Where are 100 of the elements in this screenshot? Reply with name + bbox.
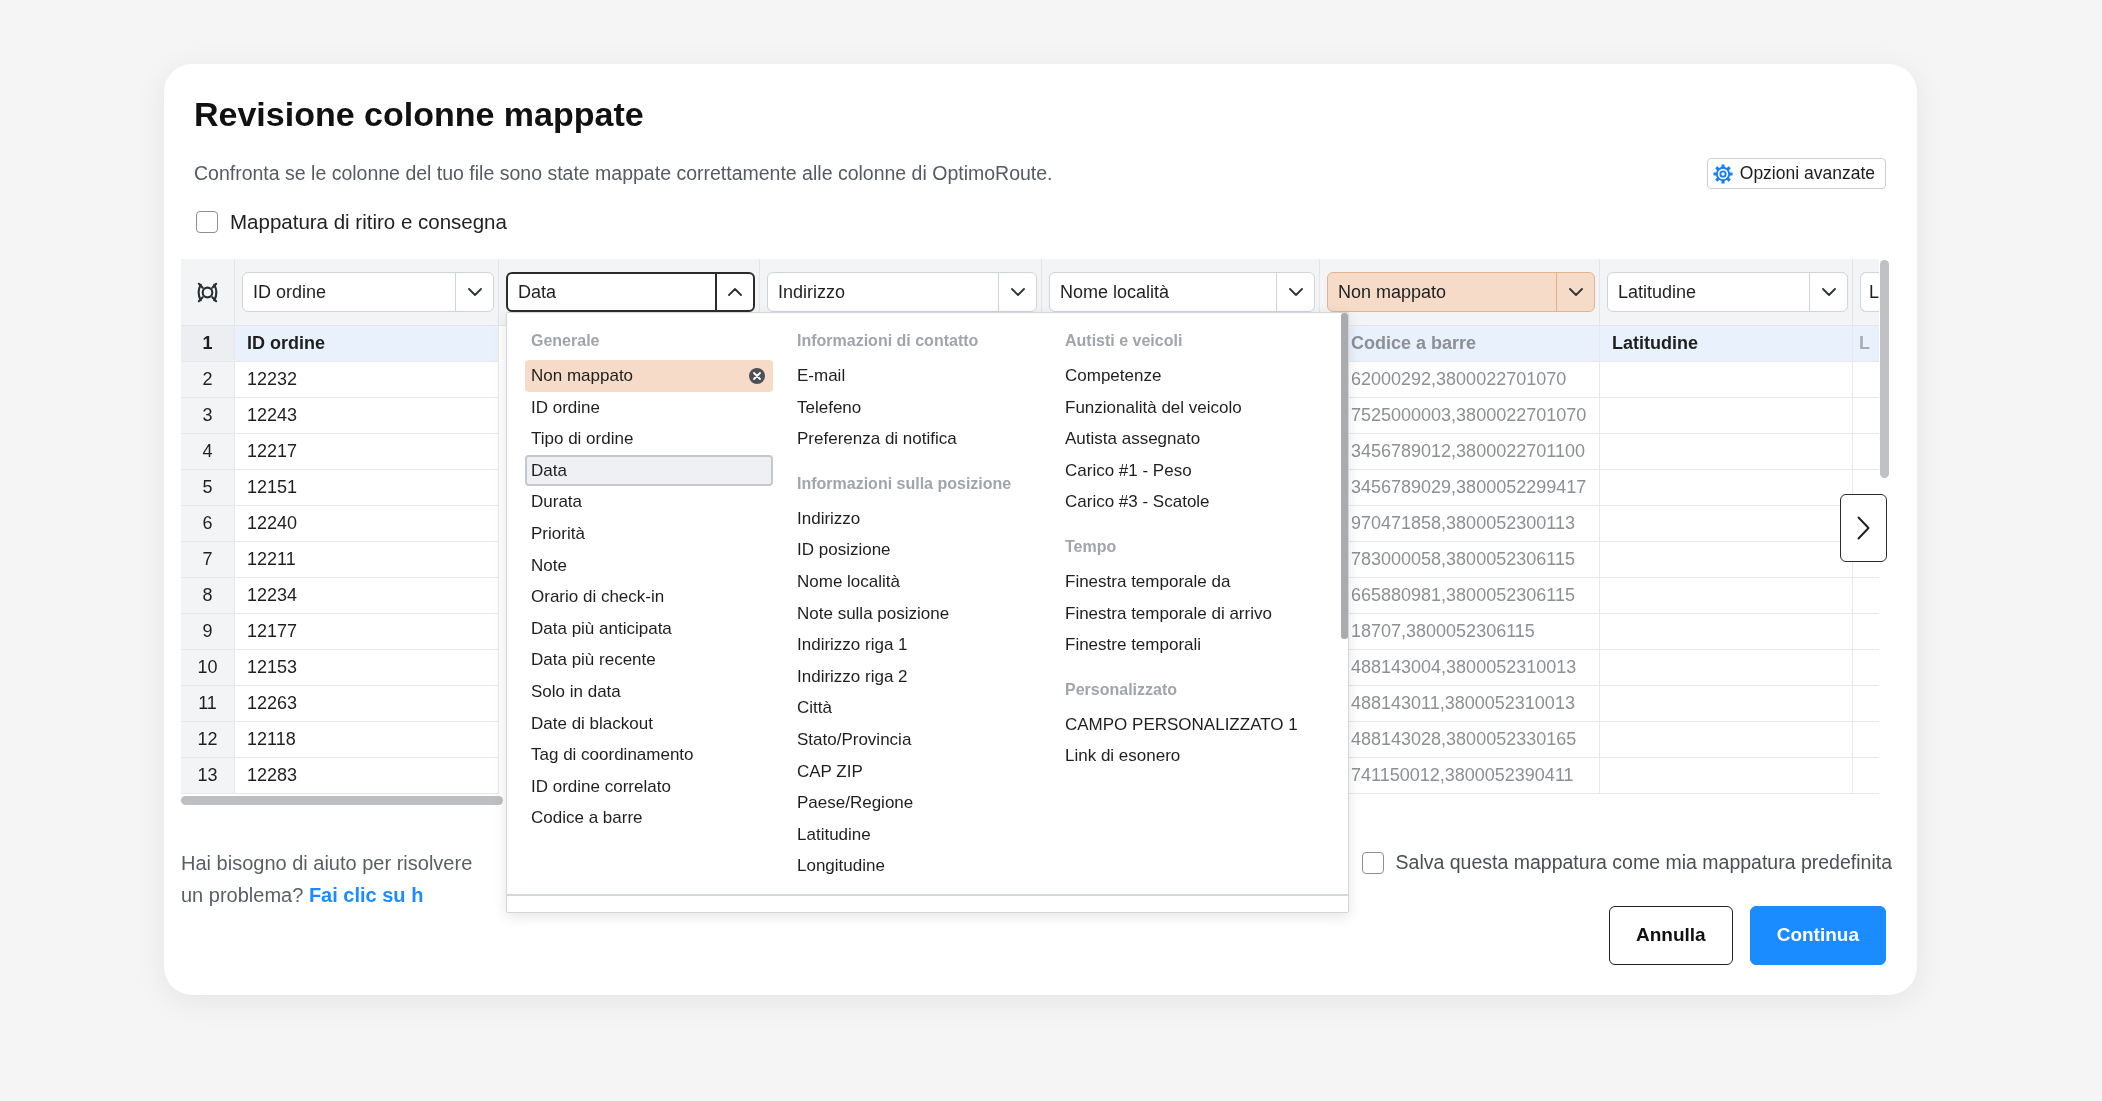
menu-option[interactable]: ID ordine (525, 391, 773, 424)
menu-group-heading: Informazioni sulla posizione (796, 473, 1013, 494)
row-number: 6 (181, 506, 235, 542)
table-cell: 12283 (235, 758, 499, 794)
menu-option[interactable]: Tipo di ordine (525, 423, 773, 455)
column-header: ID ordine (235, 326, 499, 362)
chevron-down-icon (467, 288, 482, 296)
row-number: 13 (181, 758, 235, 794)
table-cell: 62000292,3800022701070 (1349, 362, 1600, 398)
column-select[interactable]: L (1860, 272, 1879, 312)
menu-option[interactable]: Note (525, 549, 773, 582)
menu-option[interactable]: Telefeno (791, 391, 1041, 424)
chevron-up-icon (728, 288, 742, 296)
menu-group-heading: Informazioni di contatto (796, 331, 980, 351)
menu-option[interactable]: Indirizzo riga 1 (791, 629, 1041, 661)
table-cell: 12118 (235, 722, 499, 758)
cancel-button[interactable]: Annulla (1609, 906, 1733, 965)
menu-option[interactable]: Latitudine (791, 818, 1041, 851)
chevron-right-icon (1857, 516, 1870, 540)
table-cell: 12234 (235, 578, 499, 614)
menu-option[interactable]: Durata (525, 486, 773, 518)
chevron-down-icon (1010, 288, 1025, 296)
column-select[interactable]: Non mappato (1327, 272, 1595, 312)
column-select[interactable]: ID ordine (242, 272, 494, 312)
scrollbar-thumb[interactable] (1341, 313, 1348, 639)
table-cell: 12217 (235, 434, 499, 470)
table-cell: 3456789012,3800022701100 (1349, 434, 1600, 470)
table-cell: 12240 (235, 506, 499, 542)
chevron-down-icon (1821, 288, 1836, 296)
menu-option[interactable]: Link di esonero (1059, 740, 1312, 772)
menu-option[interactable]: ID ordine correlato (525, 770, 773, 803)
menu-option[interactable]: Funzionalità del veicolo (1059, 391, 1312, 424)
clear-icon[interactable] (749, 367, 765, 384)
menu-option[interactable]: Finestre temporali (1059, 629, 1312, 661)
description-text: Confronta se le colonne del tuo file sono state mappate correttamente alle colonne di OptimoRoute. (194, 160, 1053, 186)
column-select[interactable]: Nome località (1049, 272, 1315, 312)
menu-option[interactable]: Non mappato (525, 360, 773, 392)
column-select[interactable]: Indirizzo (767, 272, 1037, 312)
menu-option[interactable]: E-mail (791, 360, 1041, 392)
menu-option[interactable]: Carico #1 - Peso (1059, 454, 1312, 487)
table-cell: 12153 (235, 650, 499, 686)
gear-icon (1712, 163, 1733, 184)
checkbox-label: Salva questa mappatura come mia mappatura predefinita (1395, 850, 1892, 876)
menu-option[interactable]: Indirizzo riga 2 (791, 660, 1041, 693)
table-cell: 665880981,3800052306115 (1349, 578, 1600, 614)
menu-option[interactable]: CAMPO PERSONALIZZATO 1 (1059, 708, 1312, 741)
menu-option[interactable]: Paese/Regione (791, 787, 1041, 819)
menu-option[interactable]: Priorità (525, 517, 773, 550)
scrollbar-thumb[interactable] (181, 796, 503, 805)
menu-group-heading: Autisti e veicoli (1064, 331, 1184, 351)
column-select[interactable]: Latitudine (1607, 272, 1848, 312)
menu-option[interactable]: Nome località (791, 565, 1041, 598)
row-number: 5 (181, 470, 235, 506)
column-header: L (1853, 326, 1879, 362)
menu-option[interactable]: Autista assegnato (1059, 423, 1312, 455)
chevron-down-icon (1568, 288, 1583, 296)
table-cell: 12263 (235, 686, 499, 722)
menu-option[interactable]: Data più anticipata (525, 612, 773, 645)
table-cell: 12243 (235, 398, 499, 434)
menu-option[interactable]: CAP ZIP (791, 755, 1041, 788)
scroll-right-button[interactable] (1840, 494, 1887, 562)
row-number: 2 (181, 362, 235, 398)
menu-option[interactable]: Città (791, 692, 1041, 724)
menu-option[interactable]: Tag di coordinamento (525, 739, 773, 771)
menu-option[interactable]: Carico #3 - Scatole (1059, 486, 1312, 518)
menu-option[interactable]: Longitudine (791, 850, 1041, 882)
menu-option[interactable]: Finestra temporale da (1059, 565, 1312, 598)
menu-option[interactable]: Date di blackout (525, 707, 773, 740)
menu-group-heading: Generale (530, 331, 601, 351)
menu-option[interactable]: Data (525, 454, 773, 487)
table-cell: 3456789029,3800052299417 (1349, 470, 1600, 506)
menu-option[interactable]: Preferenza di notifica (791, 423, 1041, 455)
menu-option[interactable]: Stato/Provincia (791, 723, 1041, 756)
row-number: 9 (181, 614, 235, 650)
menu-option[interactable]: Competenze (1059, 360, 1312, 392)
row-number: 7 (181, 542, 235, 578)
row-number: 12 (181, 722, 235, 758)
table-cell: 488143011,3800052310013 (1349, 686, 1600, 722)
table-cell: 488143004,3800052310013 (1349, 650, 1600, 686)
checkbox[interactable] (1361, 852, 1384, 874)
menu-option[interactable]: Note sulla posizione (791, 597, 1041, 630)
menu-option[interactable]: Orario di check-in (525, 581, 773, 613)
table-cell: 12177 (235, 614, 499, 650)
menu-option[interactable]: Data più recente (525, 644, 773, 676)
table-cell: 970471858,3800052300113 (1349, 506, 1600, 542)
checkbox[interactable] (196, 211, 218, 233)
table-cell: 488143028,3800052330165 (1349, 722, 1600, 758)
menu-option[interactable]: Codice a barre (525, 802, 773, 834)
row-number: 11 (181, 686, 235, 722)
column-select[interactable]: Data (506, 272, 755, 312)
scrollbar-thumb[interactable] (1880, 260, 1889, 478)
row-number: 3 (181, 398, 235, 434)
dialog-title: Revisione colonne mappate (194, 94, 645, 135)
menu-option[interactable]: ID posizione (791, 534, 1041, 566)
menu-option[interactable]: Solo in data (525, 675, 773, 708)
menu-option[interactable]: Finestra temporale di arrivo (1059, 597, 1312, 630)
menu-group-heading: Tempo (1064, 536, 1118, 557)
menu-option[interactable]: Indirizzo (791, 502, 1041, 535)
advanced-options-button[interactable]: Opzioni avanzate (1706, 158, 1886, 189)
help-text: Hai bisogno di aiuto per risolvere un problema? Fai clic su h (181, 851, 474, 908)
